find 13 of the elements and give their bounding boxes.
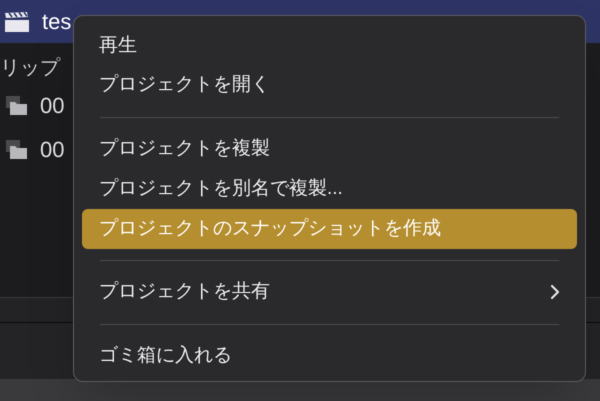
folder-icon <box>4 94 28 116</box>
item-label: 00 <box>40 92 64 120</box>
menu-item[interactable]: プロジェクトを共有 <box>82 272 577 312</box>
clapperboard-icon <box>4 10 30 32</box>
folder-icon <box>4 138 28 160</box>
menu-item[interactable]: ゴミ箱に入れる <box>82 336 577 376</box>
menu-item[interactable]: プロジェクトを開く <box>82 66 577 106</box>
menu-item[interactable]: プロジェクトを複製 <box>82 129 577 170</box>
menu-item[interactable]: 再生 <box>82 26 577 66</box>
project-title: tes <box>42 8 72 36</box>
item-label: 00 <box>40 136 64 164</box>
section-heading: リップ <box>0 56 60 81</box>
menu-item[interactable]: プロジェクトを別名で複製... <box>82 169 577 209</box>
